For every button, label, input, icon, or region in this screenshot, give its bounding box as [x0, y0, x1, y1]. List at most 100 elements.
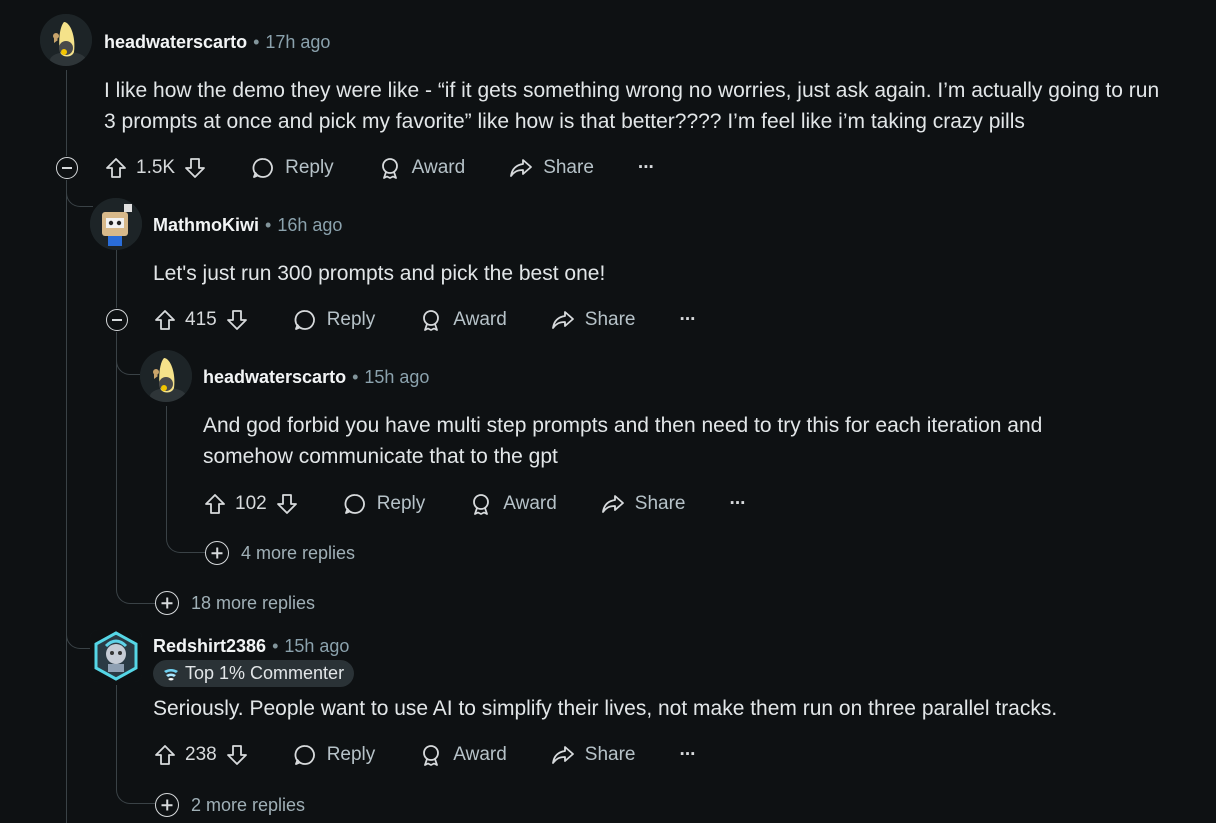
- vote-count: 415: [185, 309, 217, 330]
- comment-actions: 1.5K Reply Award Share ···: [104, 150, 655, 186]
- avatar[interactable]: [90, 630, 142, 682]
- award-button[interactable]: Award: [419, 308, 507, 332]
- thread-line[interactable]: [116, 685, 117, 785]
- share-label: Share: [543, 157, 594, 178]
- comment-meta: headwaterscarto • 15h ago: [203, 366, 429, 388]
- award-icon: [473, 494, 490, 515]
- more-options-button[interactable]: ···: [729, 493, 747, 515]
- minus-icon: [112, 319, 122, 321]
- avatar[interactable]: [40, 14, 92, 66]
- share-button[interactable]: Share: [601, 492, 686, 516]
- separator: •: [253, 32, 260, 52]
- vote-group: 415: [153, 308, 249, 332]
- comment-bubble-icon: [252, 158, 273, 178]
- username[interactable]: headwaterscarto: [104, 32, 247, 52]
- separator: •: [272, 636, 279, 656]
- share-icon: [510, 159, 533, 177]
- award-icon: [423, 745, 440, 766]
- hex-avatar-icon: [90, 630, 142, 682]
- vote-count: 1.5K: [136, 157, 176, 178]
- share-icon: [551, 746, 574, 764]
- thread-elbow: [116, 580, 155, 604]
- more-replies-link[interactable]: 2 more replies: [155, 793, 305, 817]
- share-icon: [601, 495, 624, 513]
- award-button[interactable]: Award: [378, 156, 465, 180]
- username[interactable]: MathmoKiwi: [153, 215, 259, 235]
- thread-line[interactable]: [116, 332, 117, 584]
- upvote-icon[interactable]: [153, 308, 177, 332]
- share-button[interactable]: Share: [551, 308, 636, 332]
- timestamp[interactable]: 15h ago: [364, 367, 429, 387]
- award-label: Award: [503, 493, 557, 514]
- more-options-button[interactable]: ···: [680, 309, 697, 331]
- more-options-button[interactable]: ···: [637, 157, 655, 179]
- timestamp[interactable]: 15h ago: [284, 636, 349, 656]
- reply-button[interactable]: Reply: [343, 492, 426, 516]
- user-flair-badge: Top 1% Commenter: [153, 660, 355, 687]
- thread-line[interactable]: [166, 406, 167, 534]
- avatar[interactable]: [140, 350, 192, 402]
- reply-label: Reply: [376, 493, 426, 514]
- comment-thread: headwaterscarto • 17h ago I like how the d…: [0, 0, 1216, 823]
- share-label: Share: [584, 309, 636, 330]
- upvote-icon[interactable]: [104, 156, 128, 180]
- thread-line[interactable]: [116, 250, 117, 308]
- timestamp[interactable]: 16h ago: [277, 215, 342, 235]
- vote-group: 102: [203, 492, 299, 516]
- award-button[interactable]: Award: [419, 743, 507, 767]
- thread-elbow: [116, 332, 143, 375]
- share-icon: [551, 311, 574, 329]
- comment-actions: 238 Reply Award Share ···: [153, 737, 697, 773]
- ellipsis-icon: ···: [729, 493, 747, 514]
- more-replies-label: 2 more replies: [191, 794, 306, 815]
- share-button[interactable]: Share: [509, 156, 594, 180]
- comment-actions: 415 Reply Award Share ···: [153, 302, 697, 338]
- username[interactable]: Redshirt2386: [153, 636, 266, 656]
- upvote-icon[interactable]: [153, 743, 177, 767]
- collapse-button[interactable]: [56, 157, 78, 179]
- thread-line[interactable]: [66, 70, 67, 156]
- username[interactable]: headwaterscarto: [203, 367, 346, 387]
- upvote-icon[interactable]: [203, 492, 227, 516]
- thread-elbow: [166, 530, 205, 553]
- reply-button[interactable]: Reply: [251, 156, 334, 180]
- comment-actions: 102 Reply Award Share ···: [203, 486, 747, 522]
- more-replies-link[interactable]: 18 more replies: [155, 591, 315, 615]
- separator: •: [265, 215, 272, 235]
- collapse-button[interactable]: [106, 309, 128, 331]
- flair-label: Top 1% Commenter: [185, 663, 345, 683]
- top-commenter-icon: [164, 668, 178, 680]
- award-button[interactable]: Award: [469, 492, 557, 516]
- reply-label: Reply: [285, 157, 334, 178]
- share-button[interactable]: Share: [551, 743, 636, 767]
- robot-avatar-icon: [90, 198, 142, 250]
- snoo-avatar-icon: [40, 14, 92, 66]
- thread-elbow: [66, 180, 93, 207]
- reply-button[interactable]: Reply: [293, 743, 376, 767]
- thread-line[interactable]: [66, 180, 67, 823]
- downvote-icon[interactable]: [225, 308, 249, 332]
- vote-count: 238: [185, 744, 217, 765]
- downvote-icon[interactable]: [225, 743, 249, 767]
- comment-meta: Redshirt2386 • 15h ago: [153, 635, 349, 657]
- vote-group: 238: [153, 743, 249, 767]
- award-label: Award: [453, 744, 507, 765]
- comment-body: Let's just run 300 prompts and pick the …: [153, 262, 606, 285]
- more-replies-label: 4 more replies: [241, 542, 356, 563]
- share-label: Share: [584, 744, 636, 765]
- downvote-icon[interactable]: [183, 156, 207, 180]
- ellipsis-icon: ···: [637, 157, 655, 178]
- more-replies-link[interactable]: 4 more replies: [205, 541, 355, 565]
- comment-bubble-icon: [294, 310, 315, 330]
- comment-meta: MathmoKiwi • 16h ago: [153, 214, 342, 236]
- reply-button[interactable]: Reply: [293, 308, 376, 332]
- downvote-icon[interactable]: [275, 492, 299, 516]
- timestamp[interactable]: 17h ago: [265, 32, 330, 52]
- expand-plus-icon: [155, 793, 179, 817]
- reply-label: Reply: [326, 309, 376, 330]
- reply-label: Reply: [326, 744, 376, 765]
- avatar[interactable]: [90, 198, 142, 250]
- share-label: Share: [634, 493, 686, 514]
- more-options-button[interactable]: ···: [680, 744, 697, 766]
- comment-bubble-icon: [294, 745, 315, 765]
